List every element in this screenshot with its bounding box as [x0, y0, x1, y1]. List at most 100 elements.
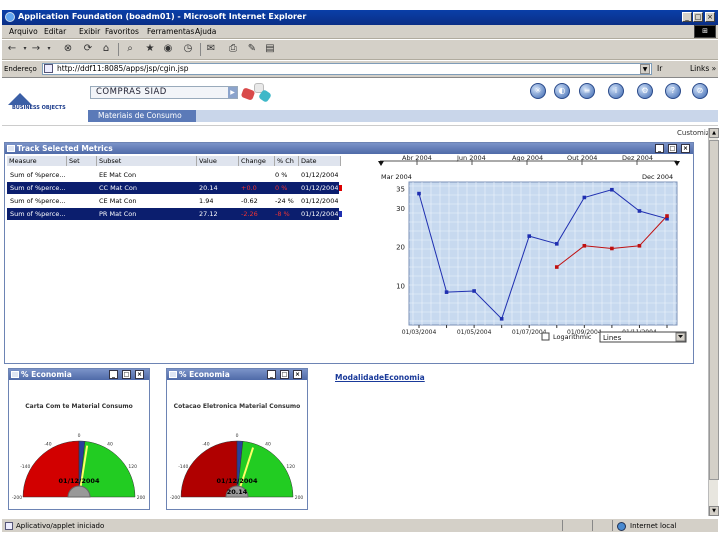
- slider-end-handle-icon[interactable]: [674, 161, 680, 166]
- forward-icon[interactable]: →: [30, 43, 42, 55]
- document-app-icon[interactable]: ◐: [554, 83, 570, 99]
- logout-app-icon[interactable]: ⊘: [692, 83, 708, 99]
- minimize-button[interactable]: _: [682, 12, 692, 22]
- scroll-thumb[interactable]: [709, 140, 719, 480]
- history-icon[interactable]: ◷: [182, 43, 194, 55]
- table-row[interactable]: Sum of %perce... CC Mat Con 20.14 +0.0 0…: [7, 182, 342, 194]
- panel-minimize-button[interactable]: _: [267, 370, 276, 379]
- data-point[interactable]: [637, 209, 642, 213]
- home-icon[interactable]: ⌂: [100, 43, 112, 55]
- cell-pct-change: -8 %: [275, 210, 290, 218]
- maximize-button[interactable]: □: [693, 12, 703, 22]
- vertical-scrollbar[interactable]: ▲ ▼: [708, 128, 719, 516]
- panel-close-button[interactable]: ×: [135, 370, 144, 379]
- media-icon[interactable]: ◉: [162, 43, 174, 55]
- search-icon[interactable]: ⌕: [124, 43, 136, 55]
- data-point[interactable]: [637, 243, 642, 248]
- slider-end-label: Dec 2004: [642, 173, 673, 181]
- data-point[interactable]: [582, 243, 587, 248]
- cell-measure: Sum of %perce...: [10, 184, 66, 192]
- data-point[interactable]: [499, 317, 504, 321]
- internet-zone-icon: [617, 522, 626, 531]
- cell-value: 1.94: [199, 197, 214, 205]
- data-point[interactable]: [610, 246, 614, 251]
- panel-close-button[interactable]: ×: [681, 144, 690, 153]
- go-button[interactable]: Ir: [657, 64, 662, 73]
- list-app-icon[interactable]: ≡: [579, 83, 595, 99]
- panel-minimize-button[interactable]: _: [109, 370, 118, 379]
- tab-materiais-de-consumo[interactable]: Materiais de Consumo: [88, 110, 196, 122]
- refresh-icon[interactable]: ⟳: [82, 43, 94, 55]
- data-point[interactable]: [554, 242, 559, 246]
- gauge-red-zone: [22, 440, 80, 498]
- panel-minimize-button[interactable]: _: [655, 144, 664, 153]
- panel-maximize-button[interactable]: □: [668, 144, 677, 153]
- status-separator: [592, 520, 593, 531]
- back-icon[interactable]: ←: [6, 43, 18, 55]
- scroll-down-icon[interactable]: ▼: [709, 506, 719, 516]
- data-point[interactable]: [444, 290, 449, 294]
- modalidade-economia-link[interactable]: ModalidadeEconomia: [335, 373, 425, 382]
- home-app-icon[interactable]: ✳: [530, 83, 546, 99]
- col-header-change[interactable]: Change: [239, 156, 275, 166]
- menu-editar[interactable]: Editar: [44, 27, 66, 36]
- menu-ajuda[interactable]: Ajuda: [195, 27, 216, 36]
- col-header-measure[interactable]: Measure: [7, 156, 67, 166]
- col-header-date[interactable]: Date: [299, 156, 341, 166]
- table-row[interactable]: Sum of %perce... PR Mat Con 27.12 -2.26 …: [7, 208, 342, 220]
- logo-mark-icon: [8, 93, 32, 105]
- discuss-icon[interactable]: ▤: [264, 43, 276, 55]
- scroll-up-icon[interactable]: ▲: [709, 128, 719, 138]
- decorative-shapes: [240, 81, 280, 107]
- page-icon: [44, 64, 53, 73]
- table-row[interactable]: Sum of %perce... EE Mat Con 0 % 01/12/20…: [7, 169, 339, 181]
- close-button[interactable]: ×: [705, 12, 715, 22]
- data-point[interactable]: [417, 191, 421, 196]
- slider-start-handle-icon[interactable]: [378, 161, 384, 166]
- gauge-tick-label: -40: [202, 441, 209, 447]
- data-point[interactable]: [554, 265, 559, 269]
- info-app-icon[interactable]: i: [608, 83, 624, 99]
- settings-app-icon[interactable]: ⚙: [637, 83, 653, 99]
- col-header-value[interactable]: Value: [197, 156, 239, 166]
- app-menu-arrow-icon[interactable]: ▶: [228, 87, 237, 98]
- menu-arquivo[interactable]: Arquivo: [9, 27, 38, 36]
- menu-exibir[interactable]: Exibir: [79, 27, 100, 36]
- time-slider[interactable]: Abr 2004 Jun 2004 Ago 2004 Out 2004 Dez 2004…: [378, 155, 680, 181]
- address-dropdown-icon[interactable]: ▼: [640, 64, 650, 74]
- menu-favoritos[interactable]: Favoritos: [105, 27, 139, 36]
- print-icon[interactable]: ⎙: [227, 43, 239, 55]
- forward-dropdown-icon[interactable]: ▾: [43, 43, 55, 55]
- app-header: BUSINESS OBJECTS COMPRAS SIAD ▶ ✳ ◐ ≡ i …: [2, 79, 718, 126]
- data-point[interactable]: [472, 289, 476, 293]
- col-header-set[interactable]: Set: [67, 156, 97, 166]
- col-header-pct-change[interactable]: % Ch: [275, 156, 299, 166]
- edit-icon[interactable]: ✎: [246, 43, 258, 55]
- help-app-icon[interactable]: ?: [665, 83, 681, 99]
- favorites-icon[interactable]: ★: [144, 43, 156, 55]
- toolbar-separator: [118, 43, 119, 56]
- gauge-header: % Economia _ □ ×: [167, 369, 307, 380]
- panel-maximize-button[interactable]: □: [280, 370, 289, 379]
- cell-date: 01/12/2004: [301, 184, 339, 192]
- data-point[interactable]: [527, 234, 532, 238]
- data-point[interactable]: [665, 214, 669, 218]
- mail-icon[interactable]: ✉: [205, 43, 217, 55]
- col-header-subset[interactable]: Subset: [97, 156, 197, 166]
- table-row[interactable]: Sum of %perce... CE Mat Con 1.94 -0.62 -…: [7, 195, 339, 207]
- data-point[interactable]: [582, 195, 587, 200]
- panel-close-button[interactable]: ×: [293, 370, 302, 379]
- status-separator: [612, 520, 613, 531]
- cell-change: -0.62: [241, 197, 258, 205]
- panel-icon: [11, 371, 19, 378]
- stop-icon[interactable]: ⊗: [62, 43, 74, 55]
- menu-ferramentas[interactable]: Ferramentas: [147, 27, 194, 36]
- gauge-panel-2: % Economia _ □ × Cotacao Eletronica Mate…: [166, 368, 308, 510]
- panel-maximize-button[interactable]: □: [122, 370, 131, 379]
- windows-logo-icon: ⊞: [694, 25, 716, 38]
- gauge-tick-label: 40: [107, 441, 113, 447]
- data-point[interactable]: [610, 187, 614, 192]
- address-input[interactable]: http://ddf11:8085/apps/jsp/cgin.jsp: [42, 63, 652, 75]
- links-button[interactable]: Links »: [690, 64, 716, 73]
- logarithmic-checkbox[interactable]: [541, 332, 550, 341]
